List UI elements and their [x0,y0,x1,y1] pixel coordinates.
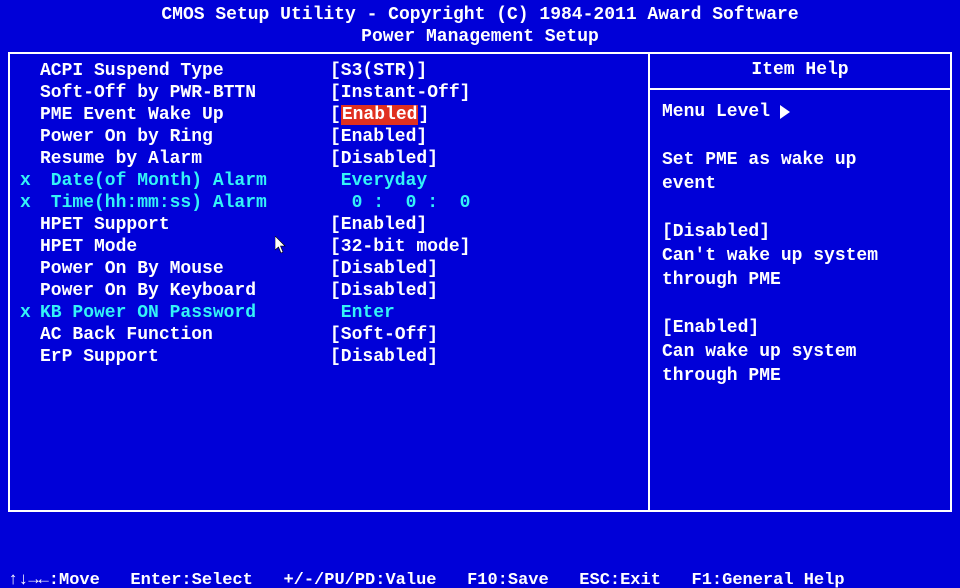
bios-screen: CMOS Setup Utility - Copyright (C) 1984-… [0,0,960,588]
setting-label: Power On By Keyboard [40,280,330,302]
setting-row: x Date(of Month) Alarm Everyday [20,170,638,192]
help-text-line: [Enabled] [662,316,938,340]
setting-label: HPET Mode [40,236,330,258]
row-marker [20,346,40,368]
setting-row[interactable]: Power On By Keyboard[Disabled] [20,280,638,302]
settings-panel: ACPI Suspend Type[S3(STR)] Soft-Off by P… [10,54,650,510]
setting-row[interactable]: HPET Support[Enabled] [20,214,638,236]
setting-value[interactable]: [Disabled] [330,280,638,302]
setting-label: KB Power ON Password [40,302,330,324]
setting-row[interactable]: Resume by Alarm[Disabled] [20,148,638,170]
row-marker [20,126,40,148]
setting-value[interactable]: [Enabled] [330,126,638,148]
setting-row[interactable]: ErP Support[Disabled] [20,346,638,368]
setting-row[interactable]: PME Event Wake Up[Enabled] [20,104,638,126]
setting-label: HPET Support [40,214,330,236]
setting-value[interactable]: [S3(STR)] [330,60,638,82]
help-text-line: Can't wake up system [662,244,938,268]
header-title: CMOS Setup Utility - Copyright (C) 1984-… [8,4,952,26]
help-text-line: [Disabled] [662,220,938,244]
setting-row: x Time(hh:mm:ss) Alarm 0 : 0 : 0 [20,192,638,214]
setting-row[interactable]: Soft-Off by PWR-BTTN[Instant-Off] [20,82,638,104]
help-text-line [662,292,938,316]
setting-label: Soft-Off by PWR-BTTN [40,82,330,104]
help-title: Item Help [662,60,938,80]
setting-row: xKB Power ON Password Enter [20,302,638,324]
row-marker: x [20,302,40,324]
setting-value[interactable]: [Disabled] [330,148,638,170]
setting-label: Power On By Mouse [40,258,330,280]
setting-value[interactable]: [Soft-Off] [330,324,638,346]
setting-label: Resume by Alarm [40,148,330,170]
row-marker [20,280,40,302]
help-text-line: Set PME as wake up [662,148,938,172]
setting-value[interactable]: [Disabled] [330,346,638,368]
menu-level-label: Menu Level [662,100,770,124]
setting-row[interactable]: AC Back Function[Soft-Off] [20,324,638,346]
header: CMOS Setup Utility - Copyright (C) 1984-… [8,4,952,48]
setting-label: AC Back Function [40,324,330,346]
menu-level-icon [780,105,790,119]
setting-label: Power On by Ring [40,126,330,148]
row-marker [20,214,40,236]
setting-row[interactable]: Power On by Ring[Enabled] [20,126,638,148]
setting-row[interactable]: ACPI Suspend Type[S3(STR)] [20,60,638,82]
setting-label: Time(hh:mm:ss) Alarm [40,192,330,214]
setting-value[interactable]: [Instant-Off] [330,82,638,104]
help-text-line: event [662,172,938,196]
setting-value[interactable]: [Disabled] [330,258,638,280]
menu-level-row: Menu Level [662,100,938,124]
setting-value: Enter [330,302,638,324]
setting-row[interactable]: Power On By Mouse[Disabled] [20,258,638,280]
row-marker [20,60,40,82]
setting-label: PME Event Wake Up [40,104,330,126]
help-text-line: Can wake up system [662,340,938,364]
footer: ↑↓→←:Move Enter:Select +/-/PU/PD:Value F… [8,526,952,588]
header-subtitle: Power Management Setup [8,26,952,48]
footer-line-1: ↑↓→←:Move Enter:Select +/-/PU/PD:Value F… [8,570,952,588]
main-box: ACPI Suspend Type[S3(STR)] Soft-Off by P… [8,52,952,512]
help-text-line [662,124,938,148]
setting-label: Date(of Month) Alarm [40,170,330,192]
row-marker [20,148,40,170]
help-text-line: through PME [662,364,938,388]
row-marker: x [20,192,40,214]
help-text-line: through PME [662,268,938,292]
row-marker [20,324,40,346]
row-marker [20,236,40,258]
row-marker: x [20,170,40,192]
setting-label: ErP Support [40,346,330,368]
setting-value[interactable]: [32-bit mode] [330,236,638,258]
help-text-line [662,196,938,220]
setting-value[interactable]: [Enabled] [330,214,638,236]
row-marker [20,258,40,280]
setting-value: Everyday [330,170,638,192]
setting-value[interactable]: [Enabled] [330,104,638,126]
row-marker [20,82,40,104]
setting-value: 0 : 0 : 0 [330,192,638,214]
setting-label: ACPI Suspend Type [40,60,330,82]
setting-row[interactable]: HPET Mode[32-bit mode] [20,236,638,258]
help-panel: Item Help Menu Level Set PME as wake upe… [650,54,950,510]
row-marker [20,104,40,126]
selected-value[interactable]: Enabled [341,105,419,125]
help-separator [650,88,950,90]
